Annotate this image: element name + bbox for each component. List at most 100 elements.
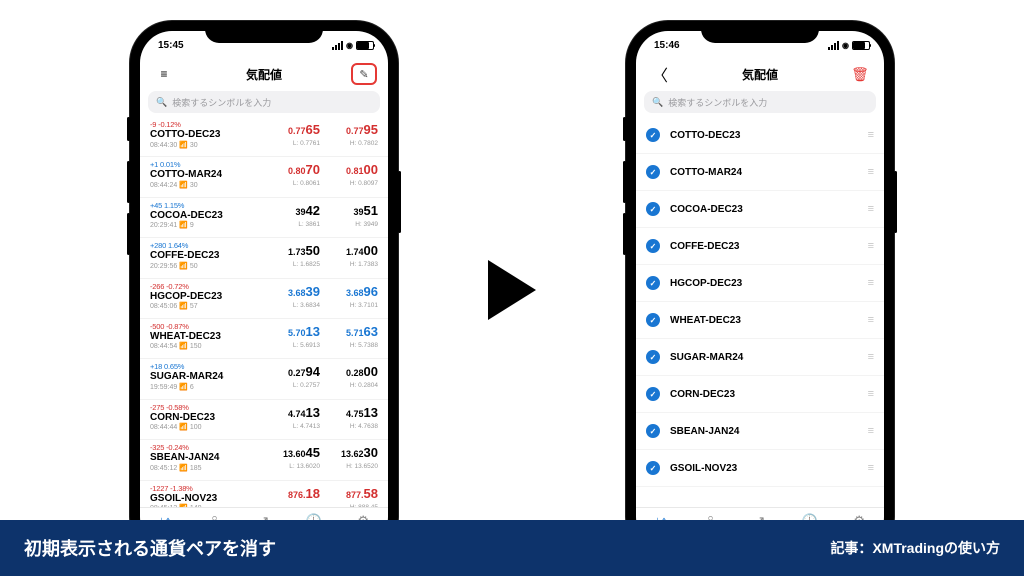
timestamp: 08:45:06 📶 57	[150, 302, 272, 310]
symbol-name: GSOIL-NOV23	[670, 463, 858, 474]
bid-price: 3.6839	[288, 284, 320, 300]
high-price: H: 4.7638	[350, 423, 378, 430]
drag-handle-icon[interactable]: ≡	[868, 388, 872, 400]
check-icon[interactable]: ✓	[646, 350, 660, 364]
status-indicators: ◉	[828, 41, 870, 50]
symbol-name: COTTO-DEC23	[150, 129, 272, 141]
check-icon[interactable]: ✓	[646, 276, 660, 290]
drag-handle-icon[interactable]: ≡	[868, 425, 872, 437]
high-price: H: 0.2804	[350, 382, 378, 389]
quote-row[interactable]: +1 0.01%COTTO-MAR2408:44:24 📶 300.8070L:…	[140, 157, 388, 197]
drag-handle-icon[interactable]: ≡	[868, 166, 872, 178]
search-placeholder: 検索するシンボルを入力	[172, 96, 271, 109]
back-button[interactable]: 〈	[652, 62, 668, 86]
quote-row[interactable]: -266 -0.72%HGCOP-DEC2308:45:06 📶 573.683…	[140, 279, 388, 319]
check-icon[interactable]: ✓	[646, 165, 660, 179]
edit-button[interactable]: ✎	[351, 63, 377, 85]
quote-row[interactable]: -500 -0.87%WHEAT-DEC2308:44:54 📶 1505.70…	[140, 319, 388, 359]
check-icon[interactable]: ✓	[646, 313, 660, 327]
check-icon[interactable]: ✓	[646, 424, 660, 438]
quote-row[interactable]: +45 1.15%COCOA-DEC2320:29:41 📶 93942L: 3…	[140, 198, 388, 238]
symbol-name: CORN-DEC23	[150, 412, 272, 424]
bid-price: 13.6045	[283, 445, 320, 461]
symbol-name: COFFE-DEC23	[150, 250, 272, 262]
status-indicators: ◉	[332, 41, 374, 50]
quote-row[interactable]: -1227 -1.38%GSOIL-NOV2308:45:13 📶 140876…	[140, 481, 388, 507]
drag-handle-icon[interactable]: ≡	[868, 462, 872, 474]
low-price: L: 3861	[298, 221, 320, 228]
quote-row[interactable]: -9 -0.12%COTTO-DEC2308:44:30 📶 300.7765L…	[140, 117, 388, 157]
quote-row[interactable]: -325 -0.24%SBEAN-JAN2408:45:12 📶 18513.6…	[140, 440, 388, 480]
banner-reference: 記事：XMTradingの使い方	[830, 538, 1000, 558]
quote-row[interactable]: +280 1.64%COFFE-DEC2320:29:56 📶 501.7350…	[140, 238, 388, 278]
timestamp: 20:29:56 📶 50	[150, 262, 272, 270]
edit-row[interactable]: ✓COCOA-DEC23≡	[636, 191, 884, 228]
delete-button[interactable]: 🗑	[851, 66, 869, 83]
timestamp: 08:45:12 📶 185	[150, 464, 272, 472]
symbol-name: HGCOP-DEC23	[670, 278, 858, 289]
symbol-name: SUGAR-MAR24	[150, 371, 272, 383]
check-icon[interactable]: ✓	[646, 461, 660, 475]
nav-bar: 〈 気配値 🗑	[636, 59, 884, 89]
edit-row[interactable]: ✓ WHEAT-DEC23 ≡	[636, 302, 884, 339]
high-price: H: 5.7388	[350, 342, 378, 349]
edit-row[interactable]: ✓ COTTO-DEC23 ≡	[636, 117, 884, 154]
edit-row[interactable]: ✓COTTO-MAR24≡	[636, 154, 884, 191]
search-icon: 🔍	[156, 97, 167, 108]
search-field[interactable]: 🔍 検索するシンボルを入力	[148, 91, 380, 113]
symbol-name: SBEAN-JAN24	[670, 426, 858, 437]
high-price: H: 3949	[355, 221, 378, 228]
low-price: L: 4.7413	[293, 423, 320, 430]
nav-bar: ≡ 気配値 ✎	[140, 59, 388, 89]
edit-row[interactable]: ✓ HGCOP-DEC23 ≡	[636, 265, 884, 302]
quotes-list[interactable]: -9 -0.12%COTTO-DEC2308:44:30 📶 300.7765L…	[140, 117, 388, 507]
drag-handle-icon[interactable]: ≡	[868, 203, 872, 215]
check-icon[interactable]: ✓	[646, 202, 660, 216]
symbol-name: WHEAT-DEC23	[670, 315, 858, 326]
edit-list[interactable]: ✓COTTO-DEC23≡✓COTTO-MAR24≡✓COCOA-DEC23≡✓…	[636, 117, 884, 507]
drag-handle-icon[interactable]: ≡	[868, 351, 872, 363]
edit-row[interactable]: ✓SUGAR-MAR24≡	[636, 339, 884, 376]
ask-price: 3951	[354, 203, 378, 219]
symbol-name: COCOA-DEC23	[150, 210, 272, 222]
edit-row[interactable]: ✓CORN-DEC23≡	[636, 376, 884, 413]
bid-price: 4.7413	[288, 405, 320, 421]
drag-handle-icon[interactable]: ≡	[868, 314, 872, 326]
timestamp: 20:29:41 📶 9	[150, 221, 272, 229]
quote-row[interactable]: -275 -0.58%CORN-DEC2308:44:44 📶 1004.741…	[140, 400, 388, 440]
edit-row[interactable]: ✓ SBEAN-JAN24 ≡	[636, 413, 884, 450]
drag-handle-icon[interactable]: ≡	[868, 240, 872, 252]
symbol-name: HGCOP-DEC23	[150, 291, 272, 303]
low-price: L: 5.6913	[293, 342, 320, 349]
check-icon[interactable]: ✓	[646, 387, 660, 401]
wifi-icon: ◉	[842, 41, 849, 50]
symbol-name: COTTO-DEC23	[670, 130, 858, 141]
check-icon[interactable]: ✓	[646, 239, 660, 253]
symbol-name: GSOIL-NOV23	[150, 493, 272, 505]
edit-row[interactable]: ✓COFFE-DEC23≡	[636, 228, 884, 265]
symbol-name: COTTO-MAR24	[150, 169, 272, 181]
change: -325 -0.24%	[150, 443, 272, 452]
quote-row[interactable]: +18 0.65%SUGAR-MAR2419:59:49 📶 60.2794L:…	[140, 359, 388, 399]
footer-banner: 初期表示される通貨ペアを消す 記事：XMTradingの使い方	[0, 520, 1024, 576]
change: +45 1.15%	[150, 201, 272, 210]
drag-handle-icon[interactable]: ≡	[868, 129, 872, 141]
ask-price: 13.6230	[341, 445, 378, 461]
phone-notch	[205, 21, 323, 43]
edit-row[interactable]: ✓ GSOIL-NOV23 ≡	[636, 450, 884, 487]
signal-icon	[332, 41, 343, 50]
drag-handle-icon[interactable]: ≡	[868, 277, 872, 289]
nav-title: 気配値	[246, 66, 282, 83]
ask-price: 4.7513	[346, 405, 378, 421]
check-icon[interactable]: ✓	[646, 128, 660, 142]
status-time: 15:45	[158, 40, 184, 51]
timestamp: 08:44:54 📶 150	[150, 342, 272, 350]
timestamp: 08:44:24 📶 30	[150, 181, 272, 189]
menu-button[interactable]: ≡	[150, 67, 178, 81]
pencil-icon: ✎	[359, 68, 368, 81]
low-price: L: 1.6825	[293, 261, 320, 268]
change: -500 -0.87%	[150, 322, 272, 331]
low-price: L: 3.6834	[293, 302, 320, 309]
phone-edit: 15:46 ◉ 〈 気配値 🗑 🔍 検索するシンボルを入力 ✓COTTO-DEC…	[626, 21, 894, 559]
search-field[interactable]: 🔍 検索するシンボルを入力	[644, 91, 876, 113]
